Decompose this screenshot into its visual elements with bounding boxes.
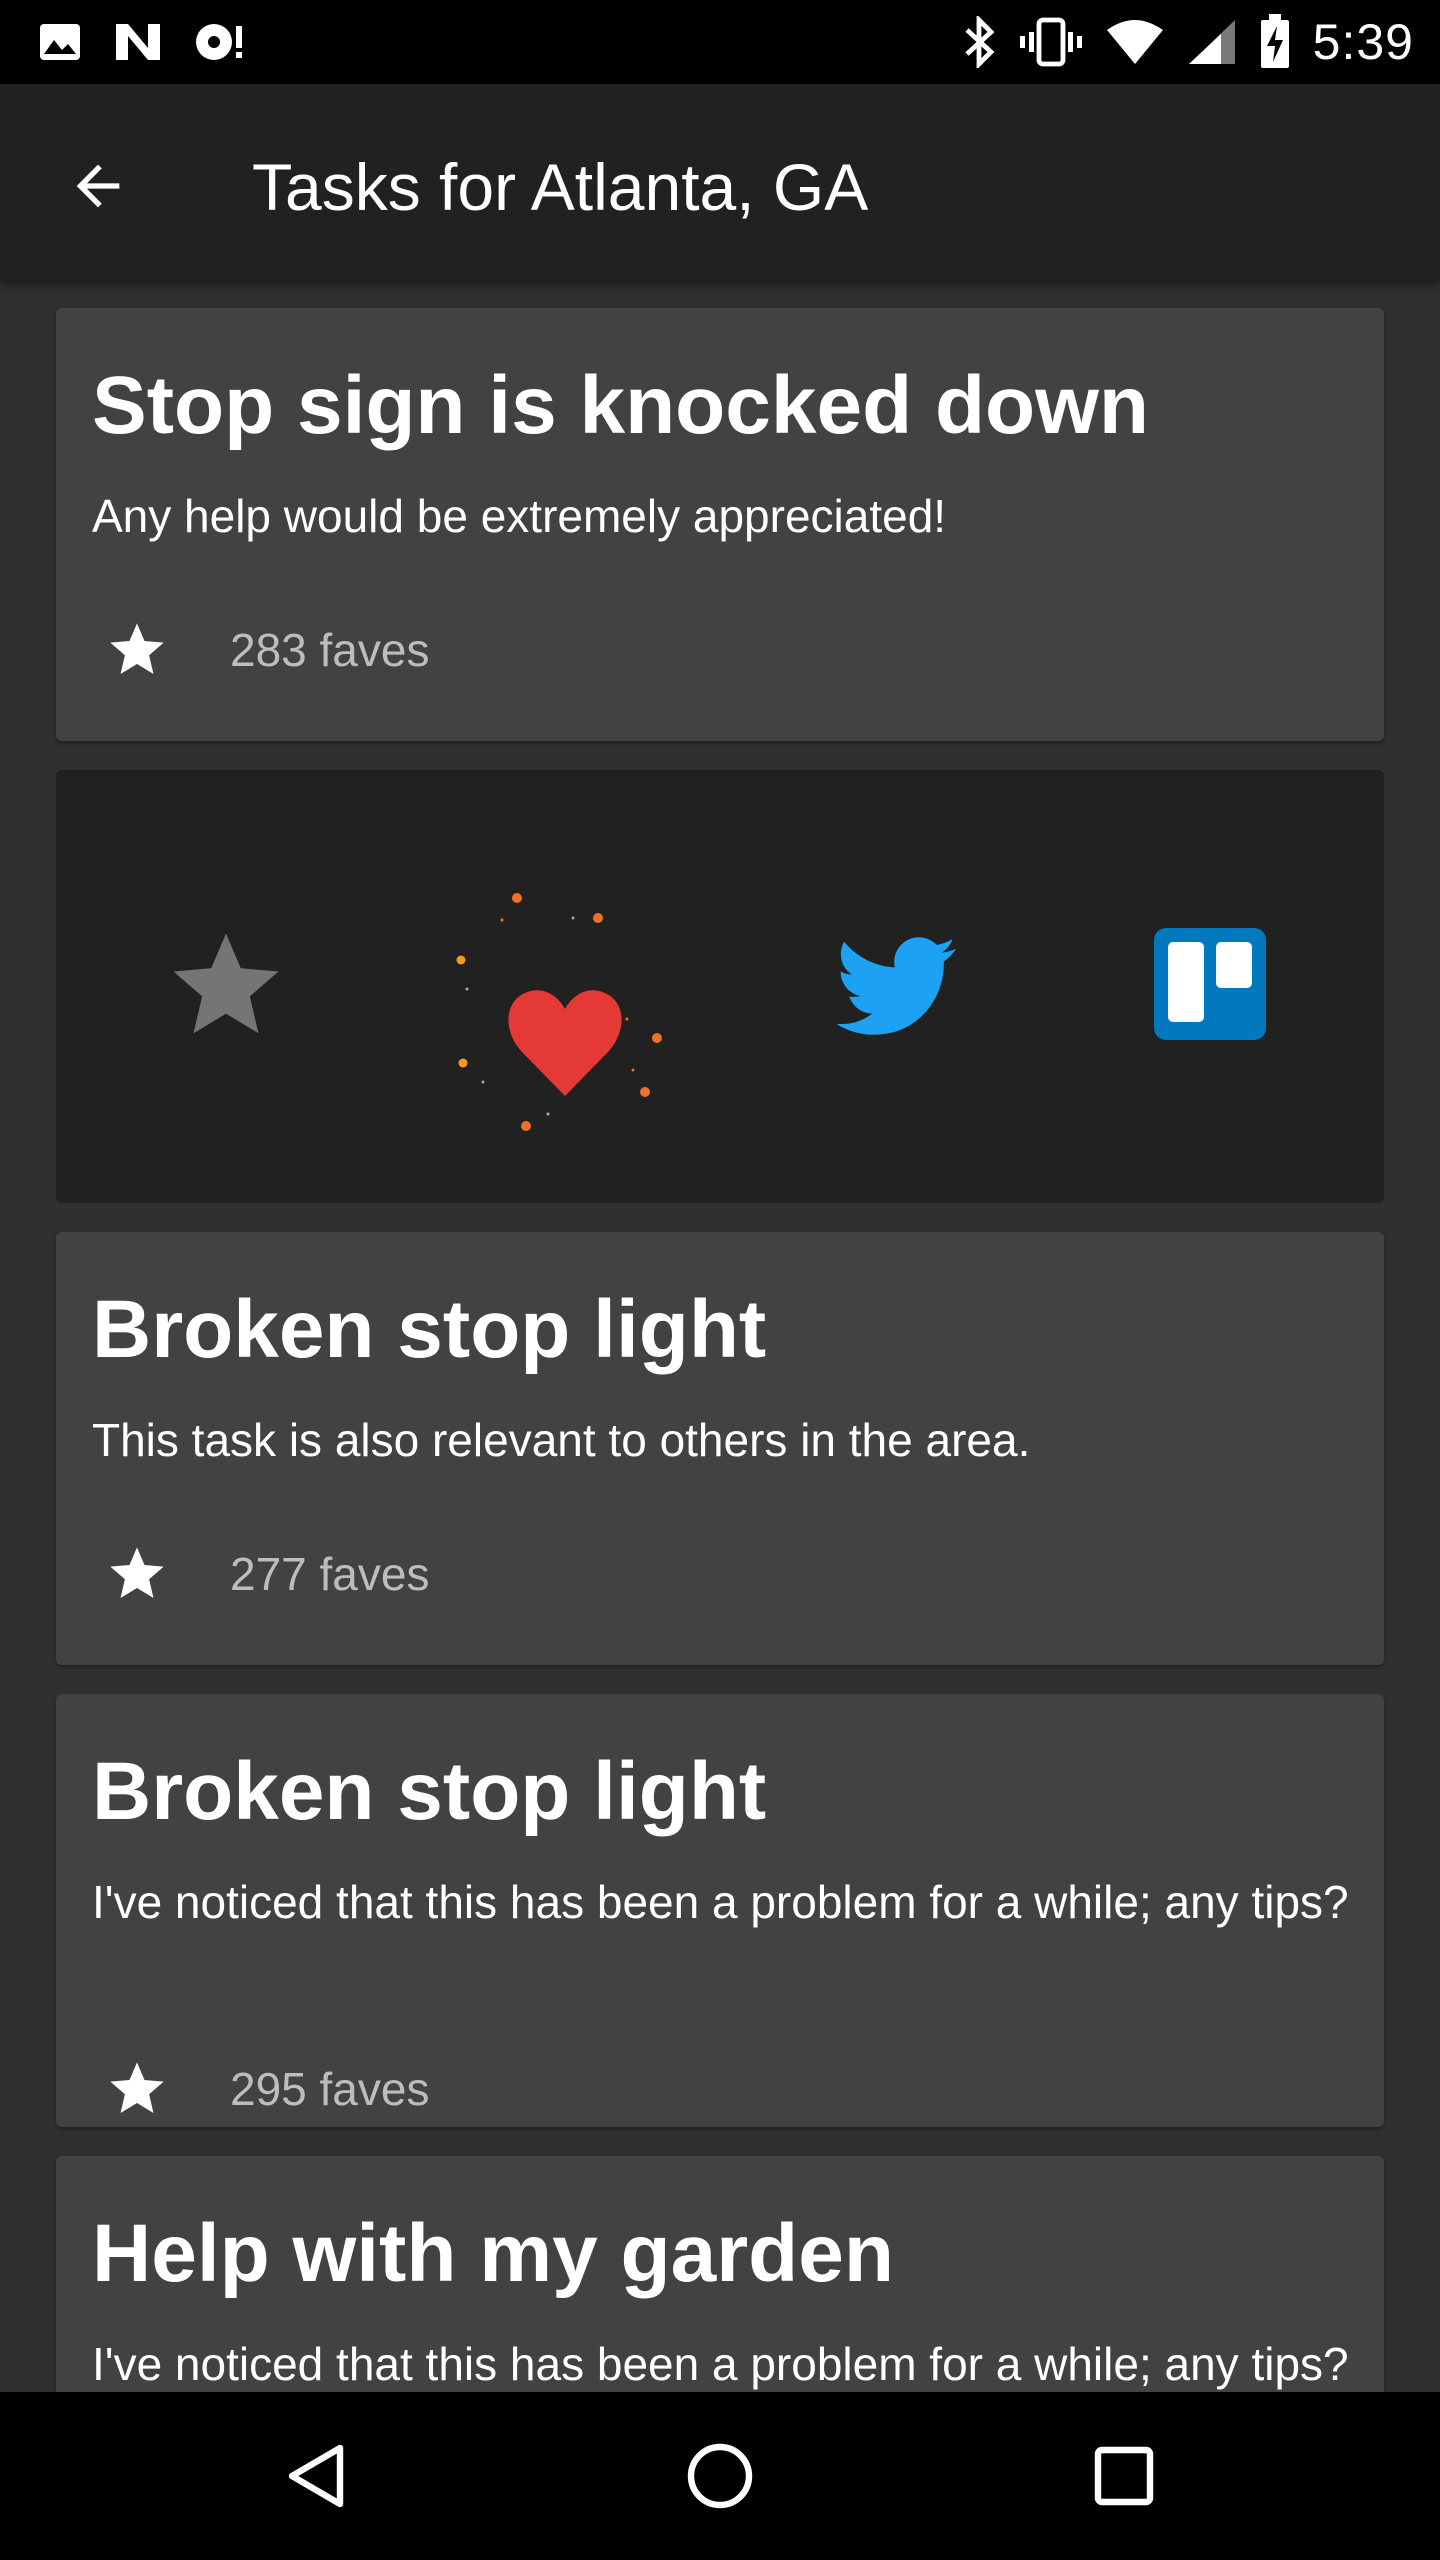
n-notification-icon — [116, 24, 160, 60]
back-triangle-icon — [288, 2444, 344, 2508]
fave-row: 295 faves — [92, 2044, 429, 2134]
image-notification-icon — [40, 24, 80, 60]
system-nav-bar — [0, 2392, 1440, 2560]
app-toolbar: Tasks for Atlanta, GA — [0, 84, 1440, 280]
nav-recents-button[interactable] — [1074, 2426, 1174, 2526]
star-icon — [110, 1547, 164, 1598]
star-icon — [173, 933, 279, 1034]
system-icons: 5:39 — [963, 10, 1414, 74]
fave-button[interactable] — [92, 1529, 182, 1619]
fave-button[interactable] — [92, 2044, 182, 2134]
task-title: Broken stop light — [92, 1284, 767, 1375]
star-icon — [110, 2062, 164, 2113]
share-bar — [56, 770, 1384, 1203]
twitter-icon — [836, 937, 956, 1035]
recents-square-icon — [1094, 2446, 1154, 2506]
disc-notification-icon — [196, 24, 242, 60]
fave-count: 283 faves — [230, 624, 430, 676]
task-description: I've noticed that this has been a proble… — [92, 1876, 1349, 1928]
fave-row: 277 faves — [92, 1529, 429, 1619]
star-icon — [110, 623, 164, 674]
vibrate-icon — [1019, 17, 1082, 67]
status-bar: 5:39 — [0, 0, 1440, 84]
task-description: I've noticed that this has been a proble… — [92, 2338, 1349, 2390]
nav-home-button[interactable] — [670, 2426, 770, 2526]
trello-icon — [1154, 928, 1266, 1040]
page-title: Tasks for Atlanta, GA — [252, 150, 869, 224]
fave-count: 295 faves — [230, 2063, 430, 2115]
fave-button[interactable] — [92, 605, 182, 695]
task-card[interactable]: Broken stop light I've noticed that this… — [56, 1694, 1384, 2127]
nav-back-button[interactable] — [266, 2426, 366, 2526]
fave-action-button[interactable] — [156, 916, 296, 1056]
back-button[interactable] — [48, 136, 148, 236]
trello-share-button[interactable] — [1154, 928, 1266, 1040]
wifi-icon — [1106, 20, 1163, 64]
twitter-share-button[interactable] — [826, 916, 966, 1056]
task-title: Broken stop light — [92, 1746, 767, 1837]
task-description: This task is also relevant to others in … — [92, 1414, 1031, 1466]
home-circle-icon — [687, 2443, 753, 2509]
like-action-button[interactable] — [420, 820, 750, 1150]
task-description: Any help would be extremely appreciated! — [92, 490, 947, 542]
battery-charging-icon — [1260, 14, 1289, 68]
clock: 5:39 — [1312, 14, 1414, 70]
task-title: Help with my garden — [92, 2208, 894, 2299]
notification-icons — [36, 14, 248, 70]
task-card[interactable]: Broken stop light This task is also rele… — [56, 1232, 1384, 1665]
task-card[interactable]: Stop sign is knocked down Any help would… — [56, 308, 1384, 741]
task-title: Stop sign is knocked down — [92, 360, 1149, 451]
heart-burst-icon — [456, 893, 662, 1131]
bluetooth-icon — [965, 16, 995, 68]
task-list[interactable]: Stop sign is knocked down Any help would… — [0, 280, 1440, 2392]
fave-row: 283 faves — [92, 605, 429, 695]
arrow-back-icon — [76, 164, 120, 208]
task-card[interactable]: Help with my garden I've noticed that th… — [56, 2156, 1384, 2392]
signal-icon — [1188, 20, 1235, 64]
fave-count: 277 faves — [230, 1548, 430, 1600]
